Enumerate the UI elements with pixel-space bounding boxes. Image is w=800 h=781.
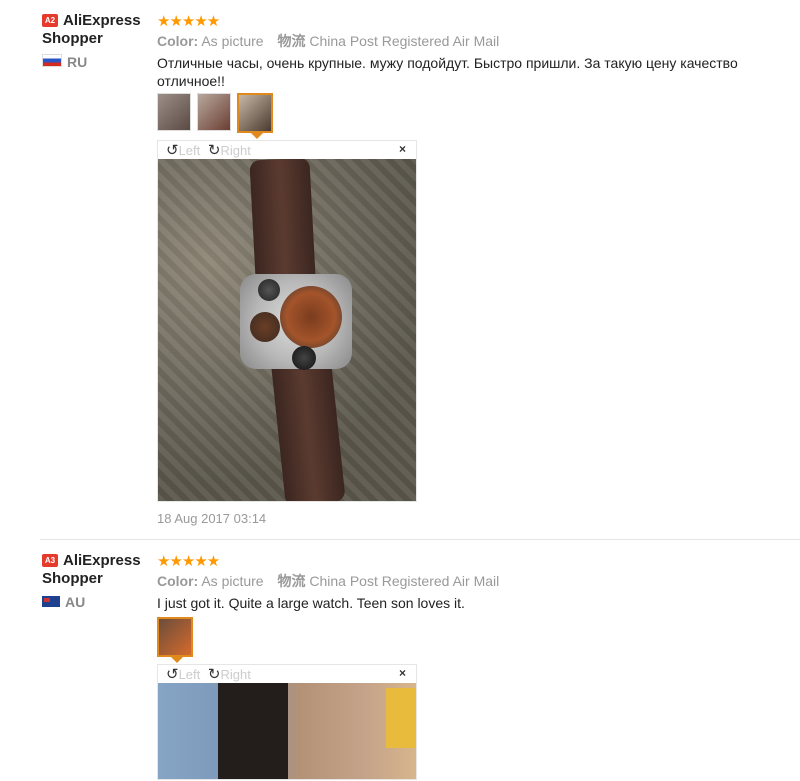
photo-viewer-toolbar: ↺Left ↻Right × [158,665,416,683]
rotate-left-button[interactable]: ↺Left [166,665,200,683]
review-photo [158,159,416,501]
rotate-left-icon: ↺ [166,142,179,159]
reviewer-info: A2 AliExpress Shopper RU [42,12,157,70]
order-info: Color: As picture 物流 China Post Register… [157,31,499,51]
logistics-value: China Post Registered Air Mail [309,573,500,589]
rotate-right-icon: ↻ [207,666,221,683]
star-rating: ★★★★★ [157,553,220,570]
flag-ru-icon [42,54,62,67]
rotate-right-icon: ↻ [207,142,221,159]
review-1: A2 AliExpress Shopper RU ★★★★★ Color: As … [0,0,800,540]
photo-thumbnail[interactable] [157,93,191,131]
color-label: Color: [157,33,199,49]
reviewer-country: AU [42,594,157,610]
photo-viewer-toolbar: ↺Left ↻Right × [158,141,416,159]
rotate-left-icon: ↺ [166,666,179,683]
photo-thumbnail[interactable] [197,93,231,131]
review-text: Отличные часы, очень крупные. мужу подой… [157,55,738,89]
review-text: I just got it. Quite a large watch. Teen… [157,595,465,611]
review-photo [158,683,416,779]
color-value: As picture [201,573,264,589]
photo-viewer: ↺Left ↻Right × [157,664,417,780]
reviewer-country: RU [42,54,157,70]
flag-au-icon [42,596,60,607]
close-icon[interactable]: × [399,142,406,156]
photo-thumbnails [157,617,199,663]
color-value: As picture [201,33,264,49]
logistics-label: 物流 [277,33,306,49]
rotate-right-button[interactable]: ↻Right [208,665,251,683]
review-2: A3 AliExpress Shopper AU ★★★★★ Color: As … [0,540,800,781]
review-date: 18 Aug 2017 03:14 [157,511,267,526]
reviewer-info: A3 AliExpress Shopper AU [42,552,157,610]
photo-viewer: ↺Left ↻Right × [157,140,417,502]
photo-thumbnail-active[interactable] [157,617,193,663]
photo-thumbnails [157,93,279,139]
rotate-left-button[interactable]: ↺Left [166,141,200,159]
buyer-level-badge: A3 [42,554,58,567]
star-rating: ★★★★★ [157,13,220,30]
buyer-level-badge: A2 [42,14,58,27]
order-info: Color: As picture 物流 China Post Register… [157,571,499,591]
color-label: Color: [157,573,199,589]
rotate-right-button[interactable]: ↻Right [208,141,251,159]
close-icon[interactable]: × [399,666,406,680]
logistics-label: 物流 [277,573,306,589]
logistics-value: China Post Registered Air Mail [309,33,500,49]
photo-thumbnail-active[interactable] [237,93,273,139]
